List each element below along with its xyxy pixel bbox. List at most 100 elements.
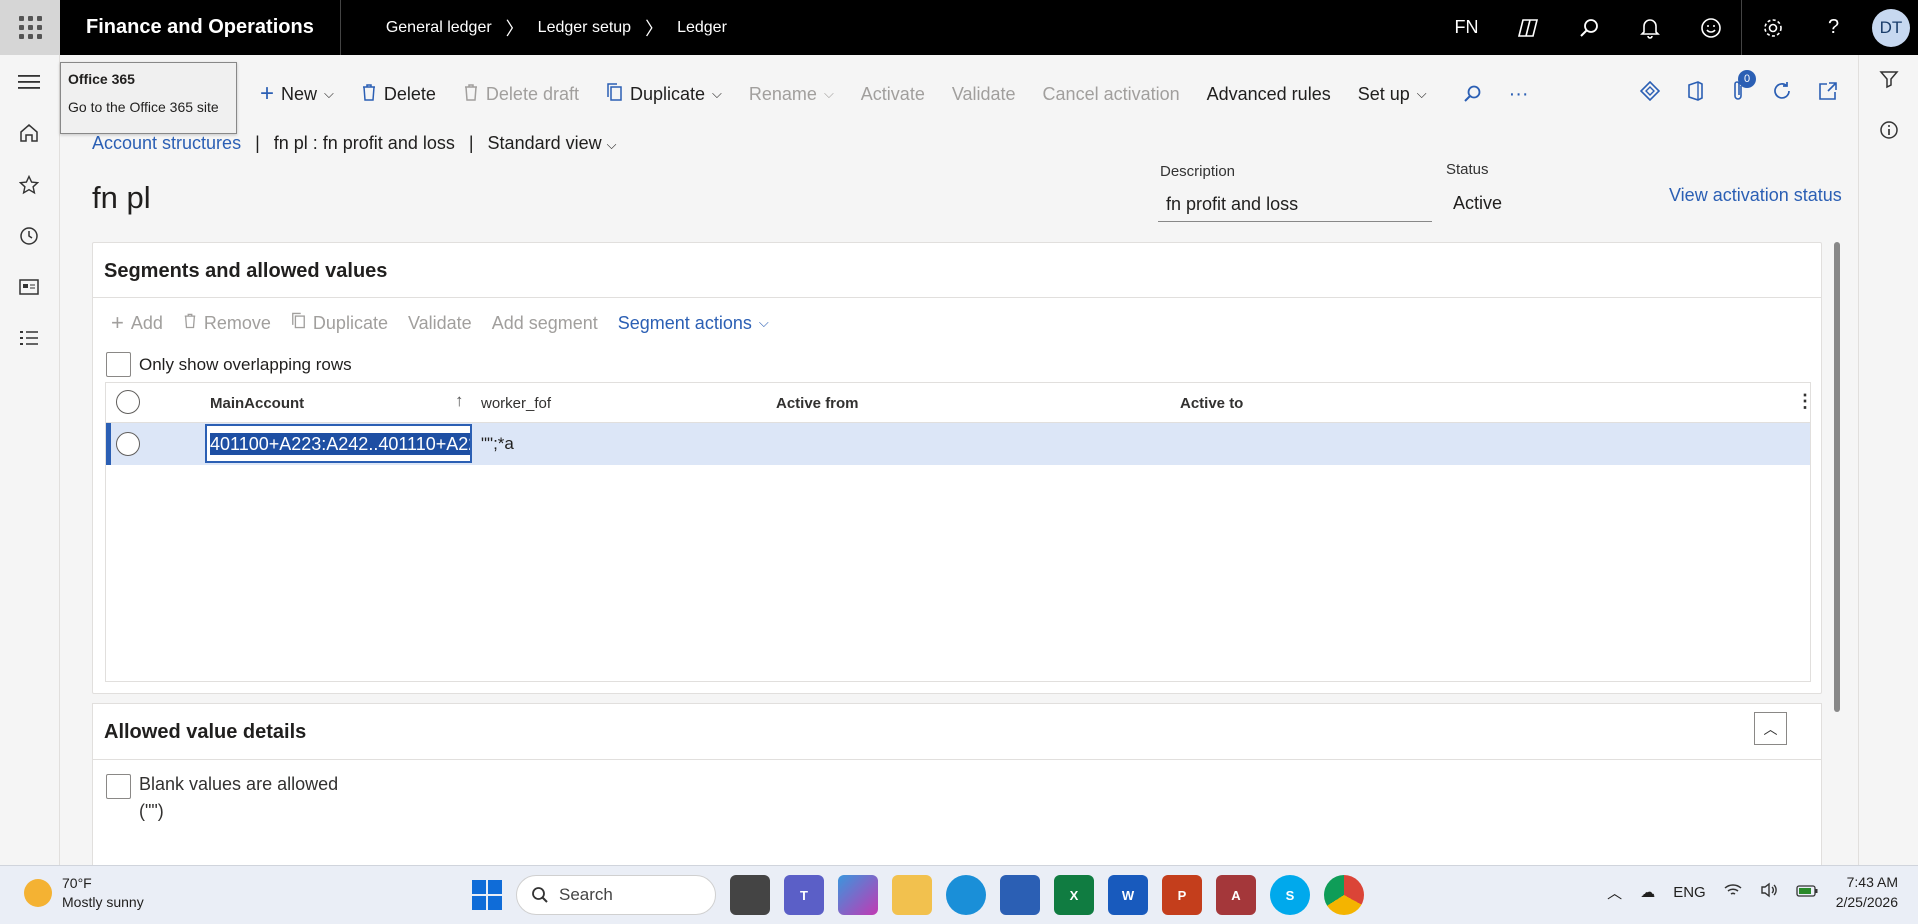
windows-start-icon[interactable]	[472, 880, 502, 910]
clock[interactable]: 7:43 AM 2/25/2026	[1836, 872, 1898, 912]
add-label: Add	[130, 312, 163, 333]
collapse-button[interactable]: ︿	[1754, 712, 1787, 745]
help-icon[interactable]: ?	[1803, 0, 1864, 55]
mainaccount-cell-input[interactable]: 401100+A223:A242..401110+A223:A242	[205, 424, 472, 463]
segment-actions-button[interactable]: Segment actions ⌵	[618, 313, 769, 334]
section-title[interactable]: Segments and allowed values	[104, 260, 387, 283]
onedrive-icon[interactable]: ☁	[1640, 883, 1655, 901]
remove-button[interactable]: Remove	[183, 312, 271, 334]
bell-icon[interactable]	[1619, 0, 1680, 55]
star-icon[interactable]	[14, 170, 44, 200]
validate-segment-button[interactable]: Validate	[408, 313, 472, 334]
open-new-window-icon[interactable]	[1818, 81, 1838, 107]
recent-clock-icon[interactable]	[14, 221, 44, 251]
action-pane-icons: 0	[1639, 55, 1838, 133]
left-navigation	[0, 55, 60, 865]
home-icon[interactable]	[14, 118, 44, 148]
column-header-mainaccount[interactable]: MainAccount	[210, 395, 304, 412]
powerpoint-icon[interactable]: P	[1162, 875, 1202, 915]
filter-icon[interactable]	[1879, 69, 1899, 94]
add-button[interactable]: + Add	[111, 310, 163, 336]
view-activation-status-link[interactable]: View activation status	[1669, 185, 1842, 206]
blank-values-checkbox[interactable]	[106, 774, 131, 799]
taskbar-search[interactable]: Search	[516, 875, 716, 915]
duplicate-button[interactable]: Duplicate ⌵	[606, 82, 722, 106]
top-right-toolbar: FN ? DT	[1436, 0, 1918, 55]
search-icon[interactable]	[1558, 0, 1619, 55]
word-icon[interactable]: W	[1108, 875, 1148, 915]
edge-icon[interactable]	[946, 875, 986, 915]
copilot-app-icon[interactable]	[838, 875, 878, 915]
delete-draft-button[interactable]: Delete draft	[463, 83, 579, 106]
description-field[interactable]	[1158, 188, 1432, 222]
system-tray: ︿ ☁ ENG 7:43 AM 2/25/2026	[1607, 872, 1898, 912]
modules-list-icon[interactable]	[14, 323, 44, 353]
segments-toolbar: + Add Remove Duplicate Validate Add segm…	[111, 307, 789, 339]
volume-icon[interactable]	[1760, 882, 1778, 902]
access-icon[interactable]: A	[1216, 875, 1256, 915]
app-launcher-button[interactable]	[0, 0, 60, 55]
teams-icon[interactable]: T	[784, 875, 824, 915]
breadcrumb-general-ledger[interactable]: General ledger	[386, 19, 492, 37]
duplicate-row-button[interactable]: Duplicate	[291, 312, 388, 334]
task-view-icon[interactable]	[730, 875, 770, 915]
power-apps-icon[interactable]	[1639, 80, 1661, 107]
column-options-icon[interactable]: ⋮	[1796, 391, 1814, 412]
validate-button[interactable]: Validate	[952, 84, 1016, 105]
description-label: Description	[1160, 163, 1236, 180]
view-selector-label: Standard view	[487, 133, 602, 153]
chrome-icon[interactable]	[1324, 875, 1364, 915]
office-icon[interactable]	[1686, 81, 1704, 107]
delete-button[interactable]: Delete	[361, 83, 436, 106]
section-title[interactable]: Allowed value details	[104, 721, 306, 744]
info-icon[interactable]	[1879, 120, 1899, 145]
avatar[interactable]: DT	[1872, 8, 1910, 47]
select-all-radio[interactable]	[116, 390, 140, 414]
gear-icon[interactable]	[1742, 0, 1803, 55]
row-select-radio[interactable]	[116, 432, 140, 456]
battery-icon[interactable]	[1796, 884, 1818, 901]
new-button[interactable]: + New ⌵	[260, 80, 334, 108]
activate-button[interactable]: Activate	[861, 84, 925, 105]
language-indicator[interactable]: ENG	[1673, 884, 1706, 901]
app-title[interactable]: Finance and Operations	[60, 0, 341, 55]
refresh-icon[interactable]	[1772, 81, 1792, 107]
action-search-icon[interactable]	[1462, 84, 1482, 104]
column-header-active-to[interactable]: Active to	[1180, 395, 1243, 412]
store-icon[interactable]	[1000, 875, 1040, 915]
copilot-icon[interactable]	[1497, 0, 1558, 55]
account-structures-link[interactable]: Account structures	[92, 133, 241, 154]
status-label: Status	[1446, 161, 1489, 178]
blank-values-hint: ("")	[139, 801, 164, 821]
rename-button[interactable]: Rename ⌵	[749, 84, 834, 105]
smiley-icon[interactable]	[1680, 0, 1741, 55]
view-selector[interactable]: Standard view ⌵	[488, 133, 617, 154]
breadcrumb-ledger[interactable]: Ledger	[677, 19, 727, 37]
delete-label: Delete	[383, 83, 436, 104]
overlap-label: Only show overlapping rows	[139, 354, 352, 374]
worker-fof-cell[interactable]: "";*a	[481, 434, 514, 454]
column-header-active-from[interactable]: Active from	[776, 395, 859, 412]
workspaces-icon[interactable]	[14, 272, 44, 302]
excel-icon[interactable]: X	[1054, 875, 1094, 915]
page-breadcrumb: Account structures | fn pl : fn profit a…	[92, 133, 617, 154]
column-header-worker-fof[interactable]: worker_fof	[481, 395, 551, 412]
cancel-activation-button[interactable]: Cancel activation	[1043, 84, 1180, 105]
wifi-icon[interactable]	[1724, 883, 1742, 901]
breadcrumb-ledger-setup[interactable]: Ledger setup	[538, 19, 631, 37]
overlap-checkbox[interactable]	[106, 352, 131, 377]
weather-widget[interactable]: 70°F Mostly sunny	[24, 874, 144, 912]
page-scrollbar[interactable]	[1834, 242, 1840, 712]
company-picker[interactable]: FN	[1436, 0, 1497, 55]
hamburger-icon[interactable]	[14, 67, 44, 97]
advanced-rules-button[interactable]: Advanced rules	[1207, 84, 1331, 105]
attachments-icon[interactable]: 0	[1730, 70, 1756, 108]
divider	[93, 297, 1821, 298]
chevron-up-icon[interactable]: ︿	[1607, 882, 1622, 903]
file-explorer-icon[interactable]	[892, 875, 932, 915]
add-segment-button[interactable]: Add segment	[492, 313, 598, 334]
table-row[interactable]: 401100+A223:A242..401110+A223:A242 "";*a	[106, 423, 1810, 465]
set-up-button[interactable]: Set up ⌵	[1358, 84, 1427, 105]
more-options-button[interactable]: ···	[1509, 83, 1529, 106]
skype-icon[interactable]: S	[1270, 875, 1310, 915]
